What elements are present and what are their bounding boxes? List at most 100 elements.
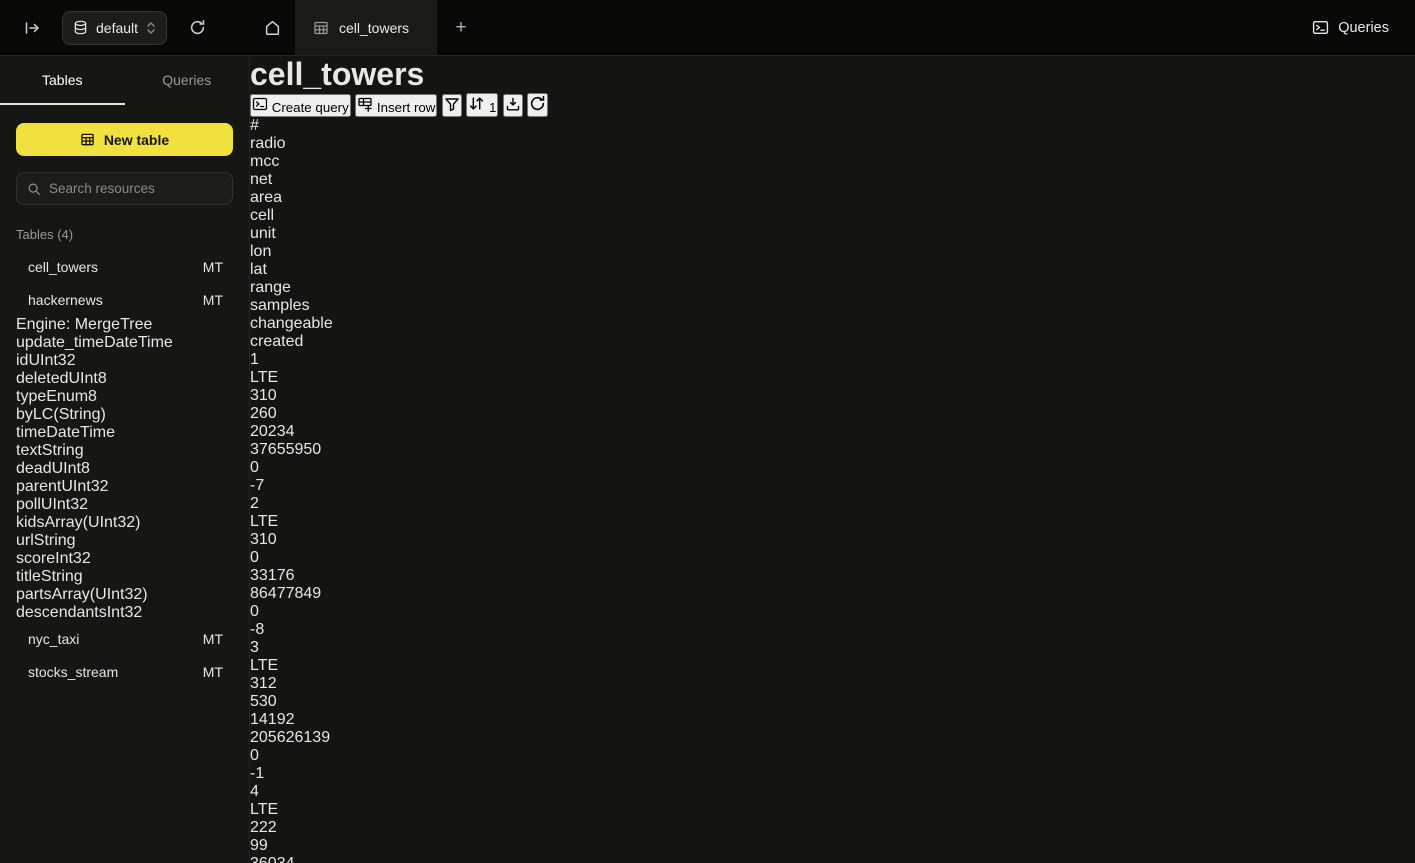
database-selector[interactable]: default: [62, 11, 167, 45]
sidebar-item-stocks-stream[interactable]: stocks_stream MT: [16, 655, 233, 688]
sidebar-item-cell-towers[interactable]: cell_towers MT: [16, 250, 233, 283]
table-cell[interactable]: 33176: [250, 567, 350, 585]
table-icon: [313, 20, 329, 36]
column-header[interactable]: area: [250, 189, 350, 207]
row-number[interactable]: 3: [250, 639, 287, 657]
create-query-label: Create query: [272, 100, 349, 115]
column-header[interactable]: cell: [250, 207, 350, 225]
table-cell[interactable]: 0: [250, 747, 350, 765]
table-cell[interactable]: 86477849: [250, 585, 350, 603]
tab-cell-towers[interactable]: cell_towers: [295, 0, 437, 55]
field-type: Int32: [55, 550, 91, 567]
table-cell[interactable]: 0: [250, 549, 350, 567]
field-row[interactable]: deletedUInt8: [16, 370, 233, 388]
field-type: DateTime: [46, 424, 115, 441]
table-cell[interactable]: 310: [250, 387, 350, 405]
create-query-button[interactable]: Create query: [250, 94, 351, 117]
table-cell[interactable]: 310: [250, 531, 350, 549]
table-cell[interactable]: 0: [250, 459, 350, 477]
table-cell[interactable]: 37655950: [250, 441, 350, 459]
table-cell[interactable]: LTE: [250, 801, 348, 819]
engine-label: Engine: MergeTree: [16, 316, 233, 334]
queries-button[interactable]: Queries: [1312, 0, 1389, 55]
table-cell[interactable]: 36034: [250, 855, 350, 863]
field-type: Array(UInt32): [44, 514, 140, 531]
field-row[interactable]: descendantsInt32: [16, 604, 233, 622]
field-row[interactable]: timeDateTime: [16, 424, 233, 442]
sidebar-tabs: Tables Queries: [0, 56, 249, 105]
field-row[interactable]: typeEnum8: [16, 388, 233, 406]
table-cell[interactable]: LTE: [250, 513, 348, 531]
home-icon: [264, 19, 281, 36]
table-name: cell_towers: [28, 259, 98, 275]
table-cell[interactable]: 222: [250, 819, 350, 837]
queries-label: Queries: [1338, 20, 1389, 36]
field-row[interactable]: kidsArray(UInt32): [16, 514, 233, 532]
table-cell[interactable]: LTE: [250, 657, 348, 675]
insert-row-icon: [357, 96, 373, 112]
search-input[interactable]: [49, 181, 226, 196]
sidebar-item-nyc-taxi[interactable]: nyc_taxi MT: [16, 622, 233, 655]
row-number[interactable]: 1: [250, 351, 287, 369]
column-header[interactable]: lat: [250, 261, 350, 279]
table-row: 1LTE31026020234376559500-7: [250, 351, 550, 495]
download-button[interactable]: [503, 94, 523, 117]
table-cell[interactable]: 312: [250, 675, 350, 693]
row-number[interactable]: 4: [250, 783, 287, 801]
column-header[interactable]: range: [250, 279, 350, 297]
field-list: update_timeDateTimeidUInt32deletedUInt8t…: [16, 334, 233, 622]
table-cell[interactable]: 0: [250, 603, 350, 621]
field-row[interactable]: scoreInt32: [16, 550, 233, 568]
collapse-sidebar-button[interactable]: [24, 20, 40, 36]
new-table-button[interactable]: New table: [16, 123, 233, 156]
table-cell[interactable]: 99: [250, 837, 350, 855]
chevron-updown-icon: [146, 21, 156, 35]
column-header[interactable]: radio: [250, 135, 348, 153]
table-cell[interactable]: 260: [250, 405, 350, 423]
column-header[interactable]: unit: [250, 225, 350, 243]
column-header[interactable]: lon: [250, 243, 350, 261]
table-cell[interactable]: LTE: [250, 369, 348, 387]
column-header[interactable]: created: [250, 333, 350, 351]
insert-row-button[interactable]: Insert row: [355, 94, 437, 117]
field-type: Int32: [107, 604, 143, 621]
row-number[interactable]: 2: [250, 495, 287, 513]
field-row[interactable]: parentUInt32: [16, 478, 233, 496]
refresh-table-button[interactable]: [527, 93, 548, 117]
field-row[interactable]: update_timeDateTime: [16, 334, 233, 352]
search-box: [16, 172, 233, 205]
field-row[interactable]: pollUInt32: [16, 496, 233, 514]
refresh-databases-button[interactable]: [189, 19, 206, 36]
engine-badge: MT: [203, 631, 223, 647]
column-header[interactable]: mcc: [250, 153, 350, 171]
field-row[interactable]: partsArray(UInt32): [16, 586, 233, 604]
home-tab[interactable]: [250, 0, 295, 55]
sidebar-tab-queries[interactable]: Queries: [125, 56, 250, 105]
field-row[interactable]: textString: [16, 442, 233, 460]
field-name: parts: [16, 586, 52, 603]
table-cell[interactable]: 205626139: [250, 729, 350, 747]
new-tab-button[interactable]: +: [437, 0, 485, 55]
field-name: type: [16, 388, 46, 405]
table-cell[interactable]: -8: [250, 621, 350, 639]
column-header[interactable]: net: [250, 171, 350, 189]
create-query-icon: [252, 96, 268, 112]
field-row[interactable]: titleString: [16, 568, 233, 586]
table-cell[interactable]: 14192: [250, 711, 350, 729]
table-cell[interactable]: -7: [250, 477, 350, 495]
sort-button[interactable]: 1: [466, 93, 498, 117]
sidebar-tab-tables[interactable]: Tables: [0, 56, 125, 105]
table-row: 3LTE312530141922056261390-1: [250, 639, 550, 783]
field-row[interactable]: byLC(String): [16, 406, 233, 424]
column-header[interactable]: samples: [250, 297, 350, 315]
sidebar-item-hackernews[interactable]: hackernews MT: [16, 283, 233, 316]
filter-button[interactable]: [442, 94, 462, 117]
column-header[interactable]: #: [250, 117, 287, 135]
field-row[interactable]: idUInt32: [16, 352, 233, 370]
table-cell[interactable]: 20234: [250, 423, 350, 441]
table-cell[interactable]: 530: [250, 693, 350, 711]
field-row[interactable]: deadUInt8: [16, 460, 233, 478]
table-cell[interactable]: -1: [250, 765, 350, 783]
field-row[interactable]: urlString: [16, 532, 233, 550]
column-header[interactable]: changeable: [250, 315, 350, 333]
